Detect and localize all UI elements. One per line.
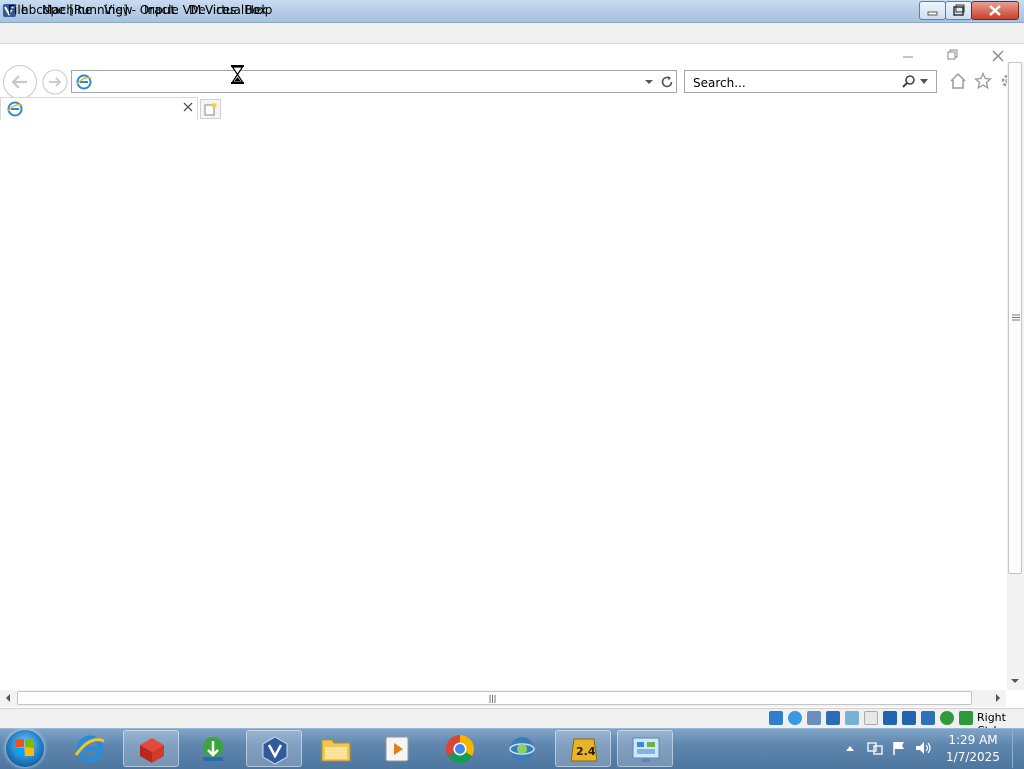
menu-view[interactable]: View xyxy=(104,3,132,17)
browser-minimize-icon[interactable] xyxy=(902,49,914,61)
video-capture-icon[interactable] xyxy=(902,711,916,725)
search-dropdown-icon[interactable] xyxy=(920,78,929,86)
scroll-left-arrow-icon[interactable] xyxy=(3,693,13,703)
address-dropdown-icon[interactable] xyxy=(644,77,654,87)
back-button[interactable] xyxy=(2,64,38,100)
red-cube-icon xyxy=(140,738,164,763)
taskbar-media-player[interactable] xyxy=(370,730,426,767)
globe-app-icon xyxy=(509,737,535,761)
display-icon[interactable] xyxy=(883,711,897,725)
browser-tab[interactable] xyxy=(0,97,198,120)
scroll-down-arrow-icon[interactable] xyxy=(1010,676,1020,686)
show-desktop-button[interactable] xyxy=(1012,729,1024,768)
grip-icon xyxy=(489,695,496,703)
scroll-right-arrow-icon[interactable] xyxy=(993,693,1003,703)
network-tray-icon[interactable] xyxy=(866,740,884,756)
forward-button[interactable] xyxy=(42,69,68,95)
cpu-icon[interactable] xyxy=(921,711,935,725)
close-button[interactable] xyxy=(971,1,1019,20)
search-icon[interactable] xyxy=(901,74,917,90)
minimize-button[interactable] xyxy=(919,1,946,20)
vbox-menubar xyxy=(0,23,1024,44)
restore-icon xyxy=(953,4,965,16)
search-input[interactable] xyxy=(691,74,895,92)
page-content[interactable] xyxy=(0,120,1006,690)
home-icon[interactable] xyxy=(949,72,967,90)
minimize-icon xyxy=(927,11,938,16)
browser-close-icon[interactable] xyxy=(991,49,1005,63)
start-button[interactable] xyxy=(6,730,44,767)
clock-date[interactable]: 1/7/2025 xyxy=(940,750,1006,764)
action-center-flag-icon[interactable] xyxy=(891,740,907,756)
usb-icon[interactable] xyxy=(845,711,859,725)
search-box[interactable] xyxy=(684,70,937,93)
taskbar-3d-box-app[interactable] xyxy=(123,730,179,767)
volume-icon[interactable] xyxy=(914,740,932,756)
clock-time[interactable]: 1:29 AM xyxy=(940,733,1006,747)
audio-icon[interactable] xyxy=(807,711,821,725)
media-player-icon xyxy=(385,736,409,762)
mouse-integration-icon[interactable] xyxy=(940,711,954,725)
download-globe-icon xyxy=(203,737,223,761)
keyboard-capture-icon[interactable] xyxy=(959,711,973,725)
internet-explorer-icon xyxy=(74,735,105,763)
menu-help[interactable]: Help xyxy=(245,3,272,17)
virtualbox-app-icon xyxy=(262,736,288,765)
taskbar-file-explorer[interactable] xyxy=(308,730,364,767)
taskbar-control-panel[interactable] xyxy=(617,730,673,767)
shared-folders-icon[interactable] xyxy=(864,711,878,725)
menu-input[interactable]: Input xyxy=(144,3,175,17)
taskbar-download-manager[interactable] xyxy=(185,730,241,767)
new-tab-button[interactable] xyxy=(200,99,221,119)
address-bar[interactable] xyxy=(71,70,677,93)
windows-logo-icon xyxy=(15,739,34,756)
vertical-scroll-thumb[interactable] xyxy=(1008,62,1022,574)
control-panel-icon xyxy=(632,737,660,762)
taskbar-chrome[interactable] xyxy=(432,730,488,767)
browser-restore-icon[interactable] xyxy=(946,49,958,61)
taskbar-network-app[interactable] xyxy=(494,730,550,767)
hourglass-cursor-icon xyxy=(231,65,244,84)
new-tab-icon xyxy=(204,103,217,116)
favorites-star-icon[interactable] xyxy=(974,72,992,90)
ie-page-icon xyxy=(76,74,92,90)
network-icon[interactable] xyxy=(826,711,840,725)
chrome-icon xyxy=(446,735,474,763)
optical-drive-icon[interactable] xyxy=(788,711,802,725)
app-badge-label: 2.4 xyxy=(576,745,596,758)
menu-machine[interactable]: Machine xyxy=(42,3,92,17)
refresh-icon[interactable] xyxy=(659,74,675,90)
horizontal-scroll-thumb[interactable] xyxy=(17,691,972,705)
close-icon xyxy=(989,5,1001,16)
grip-icon xyxy=(1012,314,1020,321)
show-hidden-icons-arrow-icon[interactable] xyxy=(845,744,855,752)
maximize-button[interactable] xyxy=(945,1,972,20)
tab-ie-icon xyxy=(7,101,23,117)
taskbar-internet-explorer[interactable] xyxy=(62,730,118,767)
tab-close-icon[interactable] xyxy=(182,101,194,113)
menu-devices[interactable]: Devices xyxy=(189,3,236,17)
menu-file[interactable]: File xyxy=(8,3,28,17)
address-input[interactable] xyxy=(98,74,622,92)
taskbar-virtualbox[interactable] xyxy=(246,730,302,767)
folder-icon xyxy=(321,739,351,762)
hard-disk-icon[interactable] xyxy=(769,711,783,725)
taskbar-app-2-4[interactable]: 2.4 xyxy=(555,730,611,767)
